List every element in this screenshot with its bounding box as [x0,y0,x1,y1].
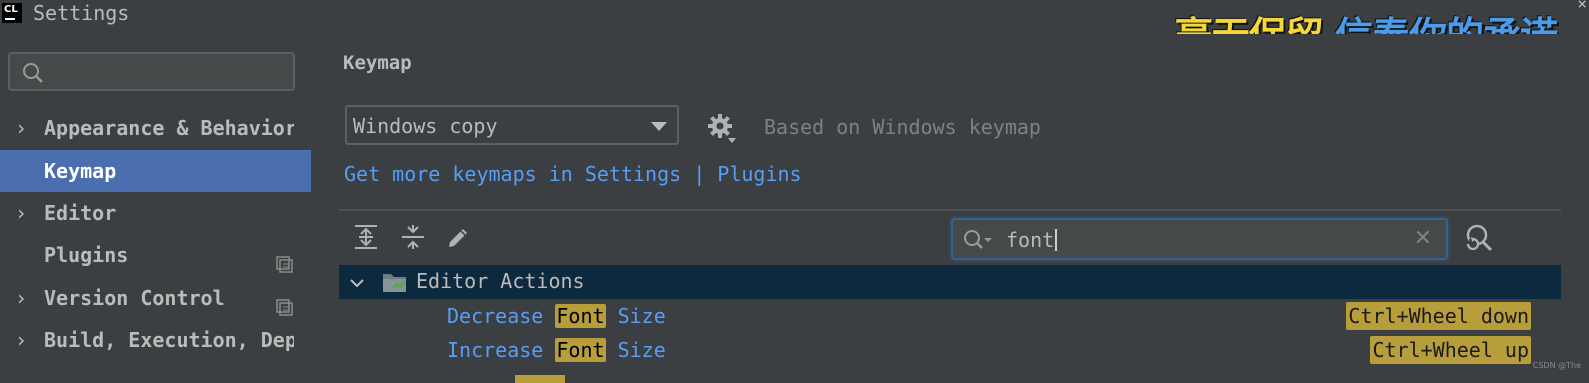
expand-all-icon[interactable] [353,224,379,255]
filter-value: font [1006,228,1058,252]
action-prefix: Increase [447,338,556,362]
edit-icon[interactable] [446,224,472,255]
search-match-highlight: Font [555,338,606,362]
get-more-keymaps-link[interactable]: Get more keymaps in Settings [344,162,681,186]
chevron-right-icon[interactable]: › [15,107,27,149]
keymap-action-tree: Editor Actions Decrease Font Size Ctrl+W… [339,265,1561,383]
plugins-link[interactable]: Plugins [717,162,801,186]
keymap-scheme-value: Windows copy [353,114,498,138]
tree-group-editor-actions[interactable]: Editor Actions [339,265,1561,299]
chevron-down-icon [651,122,667,131]
credit-text: CSDN @The [1532,361,1581,370]
sidebar-item-label: Build, Execution, Deployment [44,328,294,352]
sidebar-item-label: Keymap [44,159,117,183]
chevron-down-icon[interactable] [348,273,366,297]
based-on-text: Based on Windows keymap [764,115,1041,139]
search-match-highlight: Font [555,304,606,328]
sidebar-item-label: Version Control [44,286,225,310]
sidebar-item-editor[interactable]: › Editor [0,192,311,234]
clear-icon[interactable]: ✕ [1414,226,1432,251]
chevron-right-icon[interactable]: › [15,192,27,234]
search-icon [21,61,45,90]
sidebar-item-label: Appearance & Behavior [44,116,294,140]
link-separator: | [693,162,706,186]
shortcut-badge: Ctrl+Wheel down [1346,302,1531,330]
settings-search-input[interactable] [8,52,295,91]
sidebar-item-plugins[interactable]: Plugins [0,234,311,276]
app-icon-text: CL [4,4,18,15]
sidebar-item-label: Plugins [44,243,129,267]
divider [339,209,1561,211]
collapse-all-icon[interactable] [400,224,426,255]
action-suffix: Size [605,338,666,362]
action-suffix: Size [605,304,666,328]
app-icon: CL [2,3,22,23]
sidebar-item-appearance-behavior[interactable]: › Appearance & Behavior [0,107,311,149]
filter-text: font [1006,228,1055,252]
window-title: Settings [33,1,130,25]
close-icon[interactable]: × [1577,0,1587,13]
action-name: Increase Font Size [447,338,666,362]
find-by-shortcut-icon[interactable] [1463,222,1495,259]
shortcut-badge: Ctrl+Wheel up [1370,336,1531,364]
action-prefix: Decrease [447,304,556,328]
page-title: Keymap [343,52,412,74]
sidebar-item-version-control[interactable]: › Version Control [0,277,311,319]
folder-icon [381,269,409,300]
sidebar-item-label: Editor [44,201,117,225]
sidebar-item-keymap[interactable]: Keymap [0,150,311,192]
action-row-increase-font-size[interactable]: Increase Font Size Ctrl+Wheel up [339,334,1561,368]
keymap-filter-input[interactable]: font ✕ [951,218,1448,260]
keymaps-link-row: Get more keymaps in Settings | Plugins [344,162,802,186]
group-label: Editor Actions [416,269,585,293]
keymap-scheme-dropdown[interactable]: Windows copy [345,105,679,145]
gear-icon[interactable] [706,112,740,151]
search-dropdown-icon[interactable] [962,228,996,257]
chevron-right-icon[interactable]: › [15,277,27,319]
sidebar-item-build-execution[interactable]: › Build, Execution, Deployment [0,319,311,361]
chevron-right-icon[interactable]: › [15,319,27,361]
action-name: Decrease Font Size [447,304,666,328]
keymap-panel: Keymap Windows copy Based on Windows key… [311,34,1589,383]
action-row-decrease-font-size[interactable]: Decrease Font Size Ctrl+Wheel down [339,300,1561,334]
settings-sidebar: › Appearance & Behavior Keymap › Editor … [0,34,311,382]
title-bar: CL Settings 毫无保留 信奉你的承诺 × [0,0,1589,58]
